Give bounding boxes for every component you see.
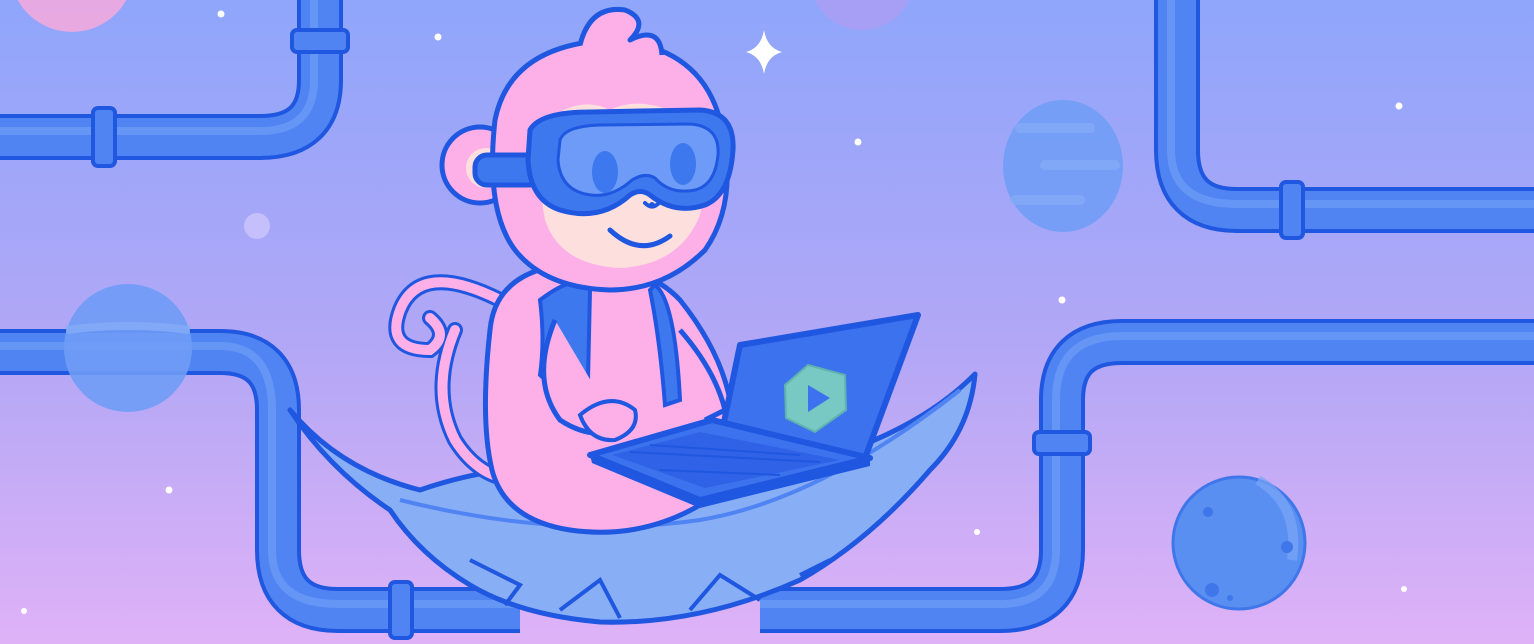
- planet-icon-left: [64, 284, 192, 412]
- illustration-canvas: [0, 0, 1534, 644]
- planet-icon-cratered: [1171, 475, 1307, 611]
- illustration-scene: [0, 0, 1534, 644]
- planet-icon-small-dot: [244, 213, 270, 239]
- planet-icon-striped: [1003, 100, 1123, 232]
